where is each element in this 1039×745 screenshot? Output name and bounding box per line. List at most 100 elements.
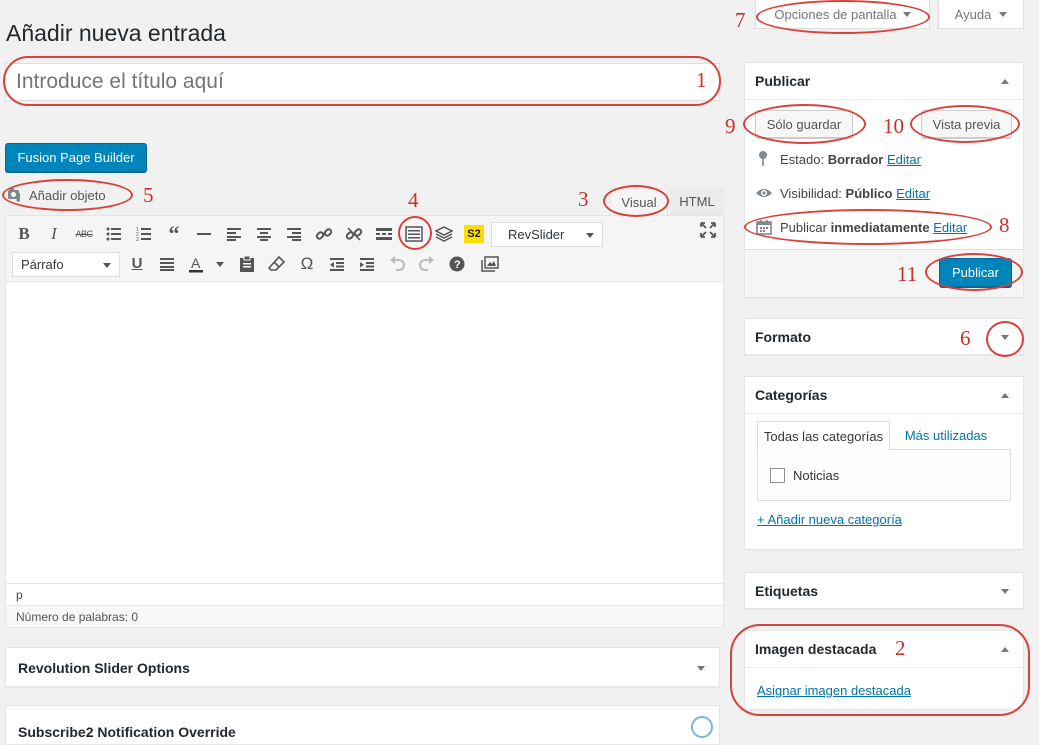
text-color-icon[interactable]: A bbox=[186, 253, 208, 275]
align-center-icon[interactable] bbox=[253, 223, 275, 245]
align-right-icon[interactable] bbox=[283, 223, 305, 245]
tab-most-used-label: Más utilizadas bbox=[904, 428, 988, 443]
toggle-arrow-icon[interactable] bbox=[697, 666, 705, 671]
annotation-number: 2 bbox=[895, 636, 906, 660]
tab-most-used[interactable]: Más utilizadas bbox=[896, 421, 996, 450]
postbox-header: Revolution Slider Options bbox=[6, 648, 719, 688]
svg-text:A: A bbox=[191, 255, 201, 271]
subscribe2-postbox[interactable]: Subscribe2 Notification Override bbox=[5, 705, 720, 745]
eye-icon bbox=[755, 187, 775, 199]
revslider-dropdown[interactable]: RevSlider bbox=[491, 222, 603, 247]
schedule-value: inmediatamente bbox=[830, 219, 930, 235]
annotation-number: 9 bbox=[725, 114, 736, 138]
format-title: Formato bbox=[755, 329, 811, 345]
visibility-value: Público bbox=[845, 185, 893, 201]
word-count: Número de palabras: 0 bbox=[16, 609, 139, 624]
chevron-down-icon bbox=[902, 11, 911, 17]
editor-content[interactable] bbox=[6, 283, 723, 583]
publish-button-label: Publicar bbox=[952, 265, 999, 280]
clear-formatting-icon[interactable] bbox=[266, 253, 288, 275]
italic-icon[interactable]: I bbox=[43, 223, 65, 245]
tab-html[interactable]: HTML bbox=[670, 188, 724, 215]
preview-label: Vista previa bbox=[932, 116, 1001, 132]
special-character-icon[interactable]: Ω bbox=[296, 253, 318, 275]
underline-icon[interactable]: U bbox=[126, 253, 148, 275]
toggle-arrow-icon[interactable] bbox=[1001, 589, 1009, 594]
page-title: Añadir nueva entrada bbox=[6, 20, 226, 46]
collapse-arrow-icon[interactable] bbox=[1001, 79, 1009, 84]
publish-title: Publicar bbox=[755, 73, 811, 89]
unlink-icon[interactable] bbox=[343, 223, 365, 245]
featured-title: Imagen destacada bbox=[755, 641, 877, 657]
paste-text-icon[interactable] bbox=[236, 253, 258, 275]
paragraph-format-dropdown[interactable]: Párrafo bbox=[12, 252, 120, 277]
fullscreen-icon[interactable] bbox=[697, 219, 719, 241]
save-draft-button[interactable]: Sólo guardar bbox=[755, 110, 853, 138]
link-icon[interactable] bbox=[313, 223, 335, 245]
bold-icon[interactable]: B bbox=[13, 223, 35, 245]
annotation-number: 8 bbox=[999, 213, 1010, 237]
collapse-arrow-icon[interactable] bbox=[1001, 647, 1009, 652]
featured-image-box: Imagen destacada bbox=[744, 630, 1024, 710]
category-item[interactable]: Noticias bbox=[770, 468, 839, 483]
categories-header[interactable]: Categorías bbox=[745, 377, 1023, 413]
collapse-arrow-icon[interactable] bbox=[1001, 393, 1009, 398]
paragraph-label: Párrafo bbox=[21, 257, 64, 272]
outdent-icon[interactable] bbox=[326, 253, 348, 275]
category-checkbox[interactable] bbox=[770, 468, 785, 483]
svg-text:?: ? bbox=[454, 259, 461, 271]
annotation-number: 6 bbox=[960, 326, 971, 350]
save-draft-label: Sólo guardar bbox=[766, 116, 842, 132]
strikethrough-icon[interactable]: ABC bbox=[73, 223, 95, 245]
read-more-icon[interactable] bbox=[373, 223, 395, 245]
help-button[interactable]: Ayuda bbox=[938, 0, 1024, 29]
set-featured-image-link[interactable]: Asignar imagen destacada bbox=[757, 683, 911, 698]
featured-header[interactable]: Imagen destacada bbox=[745, 631, 1023, 667]
toolbar-toggle-icon[interactable] bbox=[403, 223, 425, 245]
s2-icon[interactable]: S2 bbox=[464, 225, 484, 243]
camera-music-icon bbox=[7, 187, 25, 203]
add-category-link[interactable]: + Añadir nueva categoría bbox=[757, 512, 902, 527]
editor-status-bar: p bbox=[6, 583, 723, 605]
format-box[interactable]: Formato bbox=[744, 318, 1024, 355]
screen-options-label: Opciones de pantalla bbox=[774, 6, 897, 22]
layers-icon[interactable] bbox=[433, 223, 455, 245]
annotation-number: 10 bbox=[883, 114, 904, 138]
help-icon[interactable]: ? bbox=[446, 253, 468, 275]
indent-icon[interactable] bbox=[356, 253, 378, 275]
bullet-list-icon[interactable] bbox=[103, 223, 125, 245]
revolution-title: Revolution Slider Options bbox=[18, 660, 190, 676]
blockquote-icon[interactable]: “ bbox=[163, 223, 185, 245]
redo-icon[interactable] bbox=[416, 253, 438, 275]
fusion-page-builder-button[interactable]: Fusion Page Builder bbox=[5, 143, 147, 172]
schedule-label: Publicar bbox=[780, 219, 827, 235]
align-left-icon[interactable] bbox=[223, 223, 245, 245]
title-input[interactable] bbox=[5, 63, 720, 101]
preview-button[interactable]: Vista previa bbox=[921, 110, 1012, 138]
revslider-label: RevSlider bbox=[508, 227, 565, 242]
publish-header[interactable]: Publicar bbox=[745, 63, 1023, 99]
numbered-list-icon[interactable]: 123 bbox=[133, 223, 155, 245]
toggle-arrow-icon[interactable] bbox=[1001, 335, 1009, 340]
screen-options-button[interactable]: Opciones de pantalla bbox=[755, 0, 930, 29]
justify-icon[interactable] bbox=[156, 253, 178, 275]
tags-box[interactable]: Etiquetas bbox=[744, 572, 1024, 609]
element-path: p bbox=[16, 587, 23, 602]
subscribe-title: Subscribe2 Notification Override bbox=[18, 724, 236, 740]
categories-title: Categorías bbox=[755, 387, 828, 403]
tab-visual[interactable]: Visual bbox=[610, 188, 668, 215]
revolution-slider-postbox[interactable]: Revolution Slider Options bbox=[5, 647, 720, 687]
tab-all-categories[interactable]: Todas las categorías bbox=[757, 421, 890, 450]
edit-status-link[interactable]: Editar bbox=[887, 152, 921, 167]
publish-button[interactable]: Publicar bbox=[939, 258, 1012, 287]
edit-visibility-link[interactable]: Editar bbox=[896, 186, 930, 201]
visibility-row: Visibilidad: Público Editar bbox=[755, 184, 930, 202]
text-color-dropdown-icon[interactable] bbox=[216, 262, 224, 267]
horizontal-line-icon[interactable] bbox=[193, 223, 215, 245]
edit-schedule-link[interactable]: Editar bbox=[933, 220, 967, 235]
tags-title: Etiquetas bbox=[755, 583, 819, 599]
add-media-button[interactable]: Añadir objeto bbox=[7, 182, 127, 208]
undo-icon[interactable] bbox=[386, 253, 408, 275]
gallery-icon[interactable] bbox=[479, 253, 501, 275]
tab-visual-label: Visual bbox=[621, 194, 657, 210]
